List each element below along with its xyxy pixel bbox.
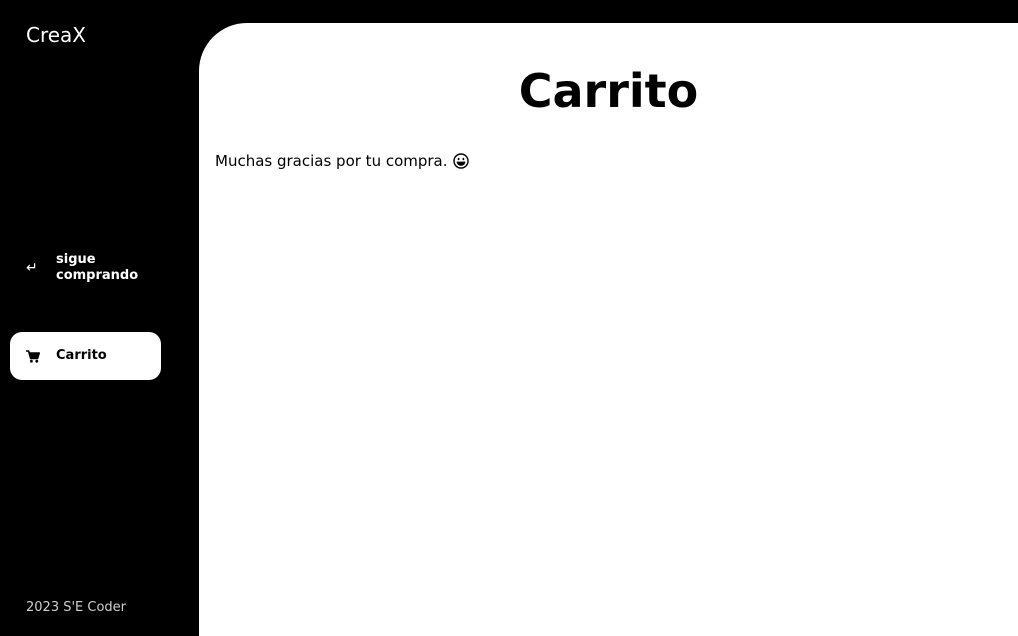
sidebar-item-label: Carrito <box>56 348 107 363</box>
brand-logo[interactable]: CreaX <box>26 23 86 47</box>
return-arrow-icon: ↵ <box>26 260 38 276</box>
grinning-face-icon <box>452 153 469 169</box>
page-title: Carrito <box>518 64 699 118</box>
sidebar-item-cart[interactable]: Carrito <box>10 332 161 380</box>
thank-you-text: Muchas gracias por tu compra. <box>215 152 448 170</box>
cart-icon <box>26 349 40 363</box>
footer-copyright: 2023 S'E Coder <box>26 600 127 615</box>
sidebar-item-keep-shopping[interactable]: ↵ sigue comprando <box>10 250 161 286</box>
thank-you-message: Muchas gracias por tu compra. <box>215 151 469 171</box>
sidebar-item-label: sigue comprando <box>56 252 139 283</box>
sidebar: CreaX ↵ sigue comprando Carrito 2023 S'E… <box>0 0 199 636</box>
app-window: CreaX ↵ sigue comprando Carrito 2023 S'E… <box>0 0 1018 636</box>
main-content: Carrito Muchas gracias por tu compra. <box>199 23 1018 636</box>
